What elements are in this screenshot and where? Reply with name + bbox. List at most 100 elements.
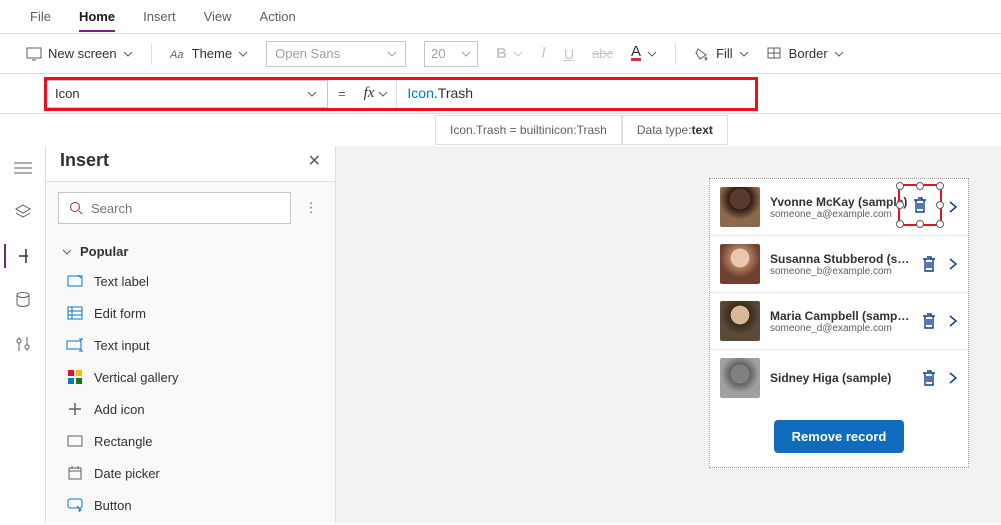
avatar [720,244,760,284]
gallery-control[interactable]: Yvonne McKay (sample) someone_a@example.… [709,178,969,468]
edit-form-icon [67,305,83,321]
menu-view[interactable]: View [204,9,232,24]
italic-button[interactable]: I [541,45,546,62]
new-screen-label: New screen [48,46,117,61]
contact-email: someone_b@example.com [770,266,910,277]
left-rail [0,146,46,523]
chevron-right-icon[interactable] [948,371,958,385]
insert-panel: Insert ✕ ⋮ Popular Text label Edit form … [46,146,336,523]
search-input[interactable] [91,201,280,216]
theme-button[interactable]: Aa Theme [170,46,248,61]
chevron-down-icon [647,49,657,59]
chevron-right-icon[interactable] [948,314,958,328]
formula-result: Icon.Trash = builtinicon:Trash [435,115,622,145]
avatar [720,301,760,341]
gallery-row[interactable]: Susanna Stubberod (sample) someone_b@exa… [710,236,968,293]
avatar [720,187,760,227]
insert-button[interactable]: Button [46,489,335,521]
fill-button[interactable]: Fill [694,46,749,61]
panel-close-button[interactable]: ✕ [308,151,321,171]
chevron-down-icon [378,89,388,99]
panel-header: Insert ✕ [46,140,335,182]
insert-vertical-gallery[interactable]: Vertical gallery [46,361,335,393]
calendar-icon [68,466,82,480]
font-color-button[interactable]: A [631,46,657,61]
chevron-right-icon[interactable] [948,257,958,271]
rail-tree-view[interactable] [11,156,35,180]
rail-layers[interactable] [11,200,35,224]
chevron-down-icon [513,49,523,59]
menu-action[interactable]: Action [260,9,296,24]
panel-title: Insert [60,150,109,171]
avatar [720,358,760,398]
new-screen-button[interactable]: New screen [26,46,133,61]
chevron-down-icon [238,49,248,59]
insert-edit-form[interactable]: Edit form [46,297,335,329]
contact-name: Susanna Stubberod (sample) [770,252,910,266]
trash-icon[interactable] [920,368,938,388]
fill-icon [694,47,710,61]
component-tree: Popular Text label Edit form Text input … [46,234,335,525]
font-size-select[interactable]: 20 [424,41,478,67]
bold-button[interactable]: B [496,45,523,62]
trash-icon[interactable] [920,311,938,331]
chevron-down-icon [834,49,844,59]
chevron-down-icon [739,49,749,59]
rectangle-icon [67,435,83,447]
border-icon [767,47,783,61]
font-size-value: 20 [431,46,445,61]
insert-rectangle[interactable]: Rectangle [46,425,335,457]
fill-label: Fill [716,46,733,61]
property-selector[interactable]: Icon [44,80,328,108]
main-area: Insert ✕ ⋮ Popular Text label Edit form … [0,146,1001,523]
menu-bar: File Home Insert View Action [0,0,1001,34]
insert-date-picker[interactable]: Date picker [46,457,335,489]
theme-icon: Aa [170,47,186,61]
gallery-icon [68,370,82,384]
chevron-right-icon[interactable] [948,200,958,214]
button-icon [67,498,83,512]
chevron-down-icon [123,49,133,59]
text-input-icon [66,338,84,352]
rail-tools[interactable] [11,332,35,356]
gallery-row[interactable]: Sidney Higa (sample) [710,350,968,406]
property-value: Icon [55,86,80,101]
formula-bar: Icon = fx Icon.Trash [0,74,1001,114]
insert-text-label[interactable]: Text label [46,265,335,297]
border-label: Border [789,46,828,61]
panel-overflow-button[interactable]: ⋮ [299,200,323,216]
remove-record-button[interactable]: Remove record [774,420,905,453]
underline-button[interactable]: U [564,46,574,62]
font-family-select[interactable]: Open Sans [266,41,406,67]
gallery-row[interactable]: Maria Campbell (sample) someone_d@exampl… [710,293,968,350]
plus-icon [68,402,82,416]
formula-input[interactable]: Icon.Trash [397,85,483,103]
font-family-value: Open Sans [275,46,340,61]
insert-add-icon[interactable]: Add icon [46,393,335,425]
gallery-row[interactable]: Yvonne McKay (sample) someone_a@example.… [710,179,968,236]
search-icon [69,201,83,215]
search-box[interactable] [58,192,291,224]
home-toolbar: New screen Aa Theme Open Sans 20 B I U a… [0,34,1001,74]
screen-icon [26,47,42,61]
trash-icon [911,195,929,215]
insert-text-input[interactable]: Text input [46,329,335,361]
contact-email: someone_d@example.com [770,323,910,334]
tree-group-popular[interactable]: Popular [46,238,335,265]
contact-name: Maria Campbell (sample) [770,309,910,323]
rail-insert[interactable] [4,244,28,268]
chevron-down-icon [62,247,72,257]
trash-icon[interactable] [920,254,938,274]
chevron-down-icon [461,49,471,59]
strikethrough-button[interactable]: abc [592,46,613,61]
menu-file[interactable]: File [30,9,51,24]
design-canvas[interactable]: Yvonne McKay (sample) someone_a@example.… [336,146,1001,523]
rail-data[interactable] [11,288,35,312]
menu-insert[interactable]: Insert [143,9,176,24]
selected-trash-icon[interactable] [898,184,942,226]
border-button[interactable]: Border [767,46,844,61]
contact-name: Sidney Higa (sample) [770,371,910,385]
fx-button[interactable]: fx [356,80,398,108]
chevron-down-icon [387,49,397,59]
menu-home[interactable]: Home [79,9,115,32]
